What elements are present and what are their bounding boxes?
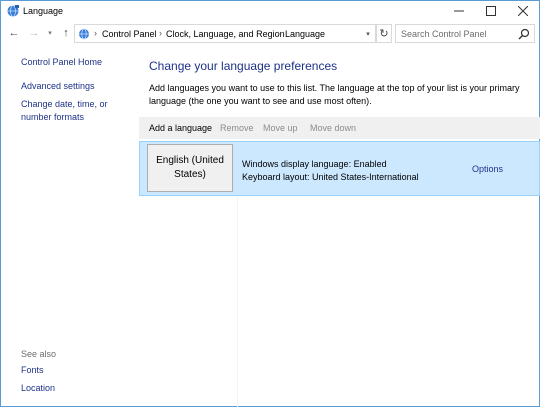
maximize-button[interactable]	[476, 1, 506, 21]
language-window: Language ← → ▾ ↑ › Control Panel › Clock…	[0, 0, 540, 407]
control-panel-icon	[77, 27, 91, 41]
minimize-button[interactable]	[444, 1, 474, 21]
change-date-time-formats-link[interactable]: Change date, time, or number formats	[21, 98, 136, 124]
remove-button[interactable]: Remove	[220, 123, 254, 133]
breadcrumb-control-panel[interactable]: Control Panel	[102, 29, 157, 39]
page-title: Change your language preferences	[149, 59, 338, 73]
page-description: Add languages you want to use to this li…	[149, 83, 520, 106]
breadcrumb-clock-language-region[interactable]: Clock, Language, and Region	[166, 29, 285, 39]
close-button[interactable]	[508, 1, 538, 21]
language-toolbar: Add a language Remove Move up Move down	[139, 117, 540, 139]
address-bar[interactable]: › Control Panel › Clock, Language, and R…	[74, 24, 376, 43]
move-down-button[interactable]: Move down	[310, 123, 356, 133]
recent-locations-button[interactable]: ▾	[43, 26, 57, 40]
breadcrumb-separator: ›	[94, 28, 97, 38]
language-list-item[interactable]: English (United States) Windows display …	[139, 141, 540, 196]
search-input[interactable]: Search Control Panel	[395, 24, 535, 43]
language-name-tile[interactable]: English (United States)	[147, 144, 233, 192]
fonts-link[interactable]: Fonts	[21, 364, 44, 377]
display-language-status: Windows display language: Enabled	[242, 159, 387, 169]
search-icon	[518, 28, 530, 40]
divider	[237, 197, 238, 407]
address-dropdown-button[interactable]: ▾	[362, 25, 374, 42]
location-link[interactable]: Location	[21, 382, 55, 395]
control-panel-home-link[interactable]: Control Panel Home	[21, 56, 102, 69]
back-button[interactable]: ←	[7, 26, 21, 40]
move-up-button[interactable]: Move up	[263, 123, 298, 133]
see-also-label: See also	[21, 349, 57, 359]
language-details: Windows display language: Enabled Keyboa…	[242, 158, 419, 184]
forward-button[interactable]: →	[27, 26, 41, 40]
up-button[interactable]: ↑	[59, 26, 73, 40]
left-pane: Control Panel Home Advanced settings Cha…	[1, 47, 138, 407]
window-title: Language	[23, 6, 64, 16]
search-placeholder: Search Control Panel	[401, 29, 487, 39]
breadcrumb-separator: ›	[159, 28, 162, 38]
add-language-button[interactable]: Add a language	[149, 123, 212, 133]
breadcrumb-separator: ›	[277, 28, 280, 38]
breadcrumb-language[interactable]: Language	[285, 29, 325, 39]
language-options-link[interactable]: Options	[472, 164, 503, 174]
language-globe-icon	[6, 4, 20, 18]
title-bar: Language	[1, 1, 539, 21]
refresh-button[interactable]: ↻	[376, 24, 392, 43]
keyboard-layout-text: Keyboard layout: United States-Internati…	[242, 172, 419, 182]
advanced-settings-link[interactable]: Advanced settings	[21, 80, 95, 93]
